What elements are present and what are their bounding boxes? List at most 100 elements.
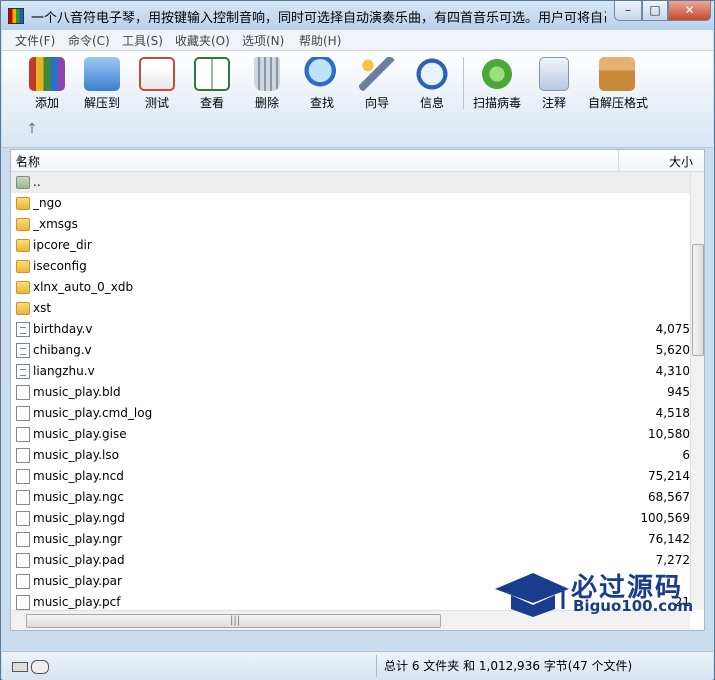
folder-row[interactable]: ipcore_dir (11, 235, 690, 256)
comment-label: 注释 (541, 96, 566, 110)
delete-button[interactable]: 删除 (238, 55, 296, 113)
file-name: music_play.gise (33, 427, 127, 441)
wizard-label: 向导 (364, 96, 389, 110)
folder-icon (16, 239, 30, 252)
file-name: music_play.ncd (33, 469, 124, 483)
close-button[interactable]: ✕ (668, 1, 711, 21)
find-label: 查找 (309, 96, 334, 110)
file-row[interactable]: chibang.v 5,620 (11, 340, 690, 361)
file-size: 6 (682, 448, 690, 462)
file-row[interactable]: music_play.ngc 68,567 (11, 487, 690, 508)
scan-virus-label: 扫描病毒 (472, 96, 521, 110)
wizard-button[interactable]: 向导 (348, 55, 406, 113)
toolbar-separator (463, 57, 464, 109)
column-name-header[interactable]: 名称 ▲ (11, 150, 619, 171)
watermark-logo: 必过源码 Biguo100.com (493, 567, 693, 627)
file-row[interactable]: music_play.gise 10,580 (11, 424, 690, 445)
verilog-file-icon (16, 364, 30, 379)
books-add-icon (29, 57, 65, 91)
book-view-icon (194, 57, 230, 91)
menu-favorites[interactable]: 收藏夹(O) (175, 32, 230, 49)
file-name: _xmsgs (33, 217, 78, 231)
info-icon (414, 57, 450, 91)
folder-icon (16, 218, 30, 231)
file-name: music_play.ngd (33, 511, 125, 525)
file-size: 4,310 (655, 364, 690, 378)
title-bar: 一个八音符电子琴，用按键输入控制音响，同时可选择自动演奏乐曲，有四首音乐可选。用… (1, 1, 714, 30)
file-size: 68,567 (648, 490, 690, 504)
menu-file[interactable]: 文件(F) (15, 32, 55, 49)
file-size: 5,620 (655, 343, 690, 357)
folder-row[interactable]: xst (11, 298, 690, 319)
file-name: music_play.pad (33, 553, 125, 567)
verilog-file-icon (16, 322, 30, 337)
menu-bar: 文件(F) 命令(C) 工具(S) 收藏夹(O) 选项(N) 帮助(H) (2, 30, 713, 51)
folder-icon (16, 302, 30, 315)
find-button[interactable]: 查找 (293, 55, 351, 113)
column-size-header[interactable]: 大小 (619, 150, 699, 171)
file-icon (16, 385, 30, 400)
info-button[interactable]: 信息 (403, 55, 461, 113)
comment-button[interactable]: 注释 (525, 55, 583, 113)
file-size: 4,075 (655, 322, 690, 336)
maximize-button[interactable]: □ (642, 1, 668, 21)
file-name: _ngo (33, 196, 62, 210)
drive-icon[interactable] (12, 662, 28, 672)
vertical-scroll-thumb[interactable] (692, 244, 704, 356)
file-list: 名称 ▲ 大小 .. _ngo _xmsgs ipcore_dir iseconfig x… (10, 149, 705, 631)
menu-options[interactable]: 选项(N) (242, 32, 284, 49)
scan-virus-button[interactable]: 扫描病毒 (468, 55, 526, 113)
scroll-grip-icon: ||| (230, 615, 241, 626)
file-icon (16, 532, 30, 547)
folder-row[interactable]: _xmsgs (11, 214, 690, 235)
test-label: 测试 (144, 96, 169, 110)
file-size: 100,569 (640, 511, 690, 525)
add-button[interactable]: 添加 (18, 55, 76, 113)
vertical-scrollbar[interactable] (690, 172, 704, 610)
folder-row[interactable]: _ngo (11, 193, 690, 214)
file-name: music_play.bld (33, 385, 121, 399)
file-name: xst (33, 301, 52, 315)
up-level-icon[interactable]: ↑ (24, 121, 40, 137)
file-size: 10,580 (648, 427, 690, 441)
file-row[interactable]: music_play.ngd 100,569 (11, 508, 690, 529)
minimize-button[interactable]: – (614, 1, 642, 21)
file-row[interactable]: music_play.lso 6 (11, 445, 690, 466)
folder-row[interactable]: xlnx_auto_0_xdb (11, 277, 690, 298)
menu-help[interactable]: 帮助(H) (299, 32, 341, 49)
clipboard-check-icon (139, 57, 175, 91)
toolbar: 添加 解压到 测试 查看 删除 查找 向导 信息 扫描病毒 注释 自解压格式 ↑ (2, 51, 713, 148)
file-row[interactable]: music_play.ngr 76,142 (11, 529, 690, 550)
verilog-file-icon (16, 343, 30, 358)
file-size: 75,214 (648, 469, 690, 483)
winrar-window: 一个八音符电子琴，用按键输入控制音响，同时可选择自动演奏乐曲，有四首音乐可选。用… (0, 0, 715, 680)
file-row[interactable]: birthday.v 4,075 (11, 319, 690, 340)
parent-folder-icon (16, 176, 30, 189)
status-divider (376, 655, 377, 677)
menu-tools[interactable]: 工具(S) (122, 32, 163, 49)
file-row[interactable]: liangzhu.v 4,310 (11, 361, 690, 382)
sfx-label: 自解压格式 (588, 96, 649, 110)
view-button[interactable]: 查看 (183, 55, 241, 113)
graduation-cap-icon (495, 573, 569, 617)
extract-to-button[interactable]: 解压到 (73, 55, 131, 113)
file-row[interactable]: music_play.cmd_log 4,518 (11, 403, 690, 424)
file-icon (16, 490, 30, 505)
key-icon[interactable] (31, 660, 49, 674)
sfx-box-icon (599, 57, 635, 91)
horizontal-scroll-thumb[interactable]: ||| (26, 614, 441, 628)
folder-row[interactable]: iseconfig (11, 256, 690, 277)
status-bar: 总计 6 文件夹 和 1,012,936 字节(47 个文件) (2, 651, 713, 680)
trash-icon (254, 57, 280, 91)
file-name: music_play.par (33, 574, 122, 588)
file-row[interactable]: music_play.ncd 75,214 (11, 466, 690, 487)
menu-command[interactable]: 命令(C) (68, 32, 110, 49)
folder-row[interactable]: .. (11, 172, 690, 193)
sfx-button[interactable]: 自解压格式 (588, 55, 649, 113)
file-row[interactable]: music_play.bld 945 (11, 382, 690, 403)
file-name: liangzhu.v (33, 364, 95, 378)
extract-to-label: 解压到 (83, 96, 120, 110)
file-icon (16, 427, 30, 442)
delete-label: 删除 (254, 96, 279, 110)
test-button[interactable]: 测试 (128, 55, 186, 113)
